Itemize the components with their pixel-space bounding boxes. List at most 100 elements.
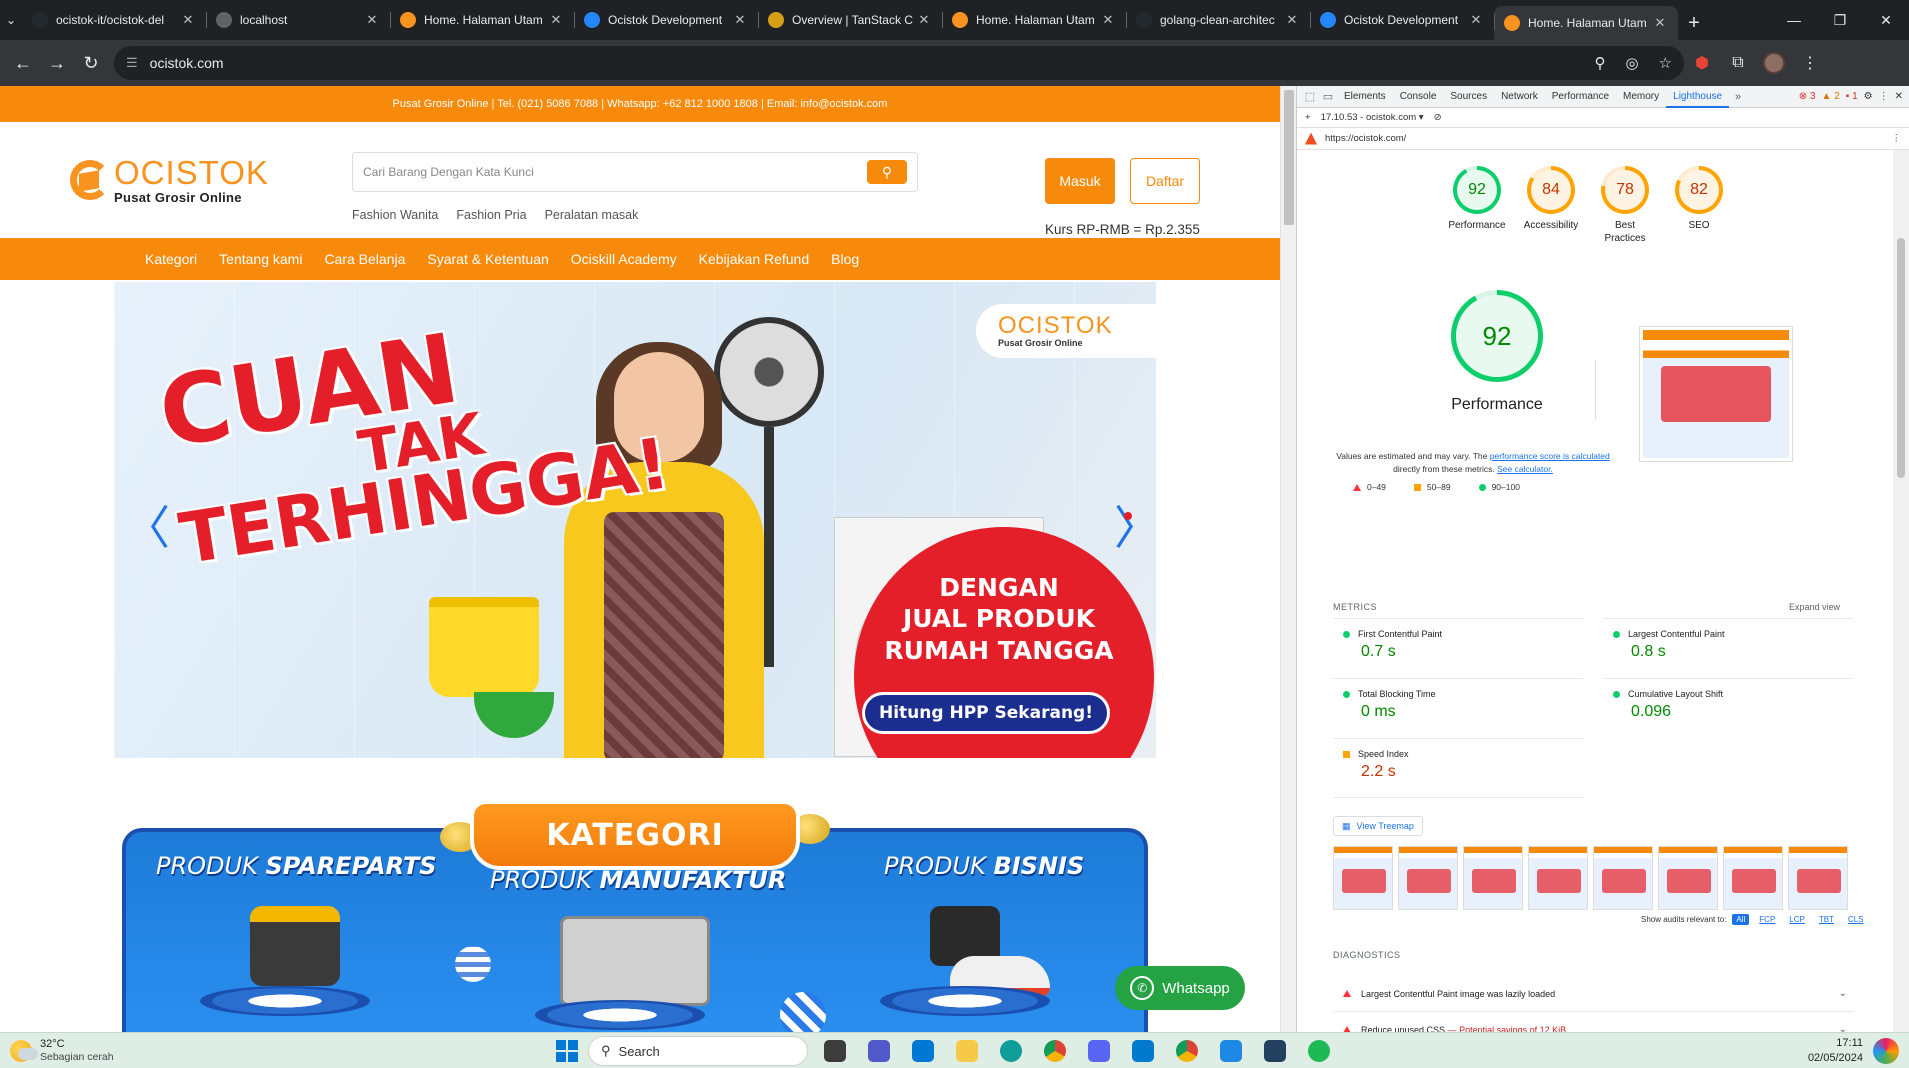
store-icon[interactable]	[906, 1035, 940, 1067]
address-bar[interactable]: ☰ ocistok.com ⚲ ◎ ☆	[114, 46, 1684, 80]
discord-icon[interactable]	[1082, 1035, 1116, 1067]
close-tab-icon[interactable]: ✕	[180, 12, 196, 28]
address-url[interactable]: ocistok.com	[150, 55, 1575, 71]
zoom-icon[interactable]: ⚲	[1594, 54, 1605, 72]
browser-tab[interactable]: Home. Halaman Utam ✕	[1494, 6, 1678, 40]
category-spareparts[interactable]: PRODUK SPAREPARTS	[156, 852, 437, 880]
more-tabs-icon[interactable]: »	[1729, 91, 1747, 103]
nav-item[interactable]: Blog	[831, 251, 859, 267]
login-button[interactable]: Masuk	[1045, 158, 1115, 204]
carousel-next-icon[interactable]: 〉	[1114, 492, 1156, 558]
inspect-element-icon[interactable]: ⬚	[1301, 90, 1319, 103]
product-search[interactable]: Cari Barang Dengan Kata Kunci ⚲	[352, 152, 918, 192]
score-gauge[interactable]: 92 Performance	[1447, 166, 1507, 245]
report-selector[interactable]: 17.10.53 - ocistok.com ▾	[1321, 112, 1424, 123]
taskbar-search[interactable]: ⚲ Search	[588, 1036, 808, 1066]
nav-item[interactable]: Cara Belanja	[324, 251, 405, 267]
profile-avatar[interactable]	[1756, 46, 1792, 80]
browser-tab[interactable]: localhost ✕	[206, 4, 390, 36]
browser-tab[interactable]: ocistok-it/ocistok-del ✕	[22, 4, 206, 36]
chevron-down-icon[interactable]: ⌄	[1839, 988, 1847, 999]
calculator-link[interactable]: See calculator.	[1497, 464, 1553, 474]
minimize-icon[interactable]: —	[1771, 0, 1817, 40]
back-button[interactable]: ←	[6, 46, 40, 80]
site-info-icon[interactable]: ☰	[126, 55, 138, 71]
site-logo[interactable]: OCISTOK Pusat Grosir Online	[70, 156, 269, 204]
devtools-tab[interactable]: Performance	[1545, 86, 1616, 108]
quick-link[interactable]: Fashion Wanita	[352, 208, 438, 222]
issue-count[interactable]: ▪ 1	[1846, 91, 1858, 102]
close-tab-icon[interactable]: ✕	[916, 12, 932, 28]
audit-filter-cls[interactable]: CLS	[1844, 914, 1868, 925]
devtools-tab[interactable]: Sources	[1443, 86, 1494, 108]
spotify-icon[interactable]	[1302, 1035, 1336, 1067]
browser-menu-icon[interactable]: ⋮	[1792, 46, 1828, 80]
teams-icon[interactable]	[862, 1035, 896, 1067]
tab-search-chevron-icon[interactable]: ⌄	[0, 0, 22, 40]
devtools-tab[interactable]: Console	[1393, 86, 1444, 108]
audit-filter-lcp[interactable]: LCP	[1785, 914, 1809, 925]
nav-item[interactable]: Kategori	[145, 251, 197, 267]
performance-score-link[interactable]: performance score is calculated	[1490, 451, 1610, 461]
search-input[interactable]: Cari Barang Dengan Kata Kunci	[363, 165, 867, 179]
hero-banner[interactable]: CUAN TAK TERHINGGA! OCISTOK Pusat Grosir…	[114, 282, 1156, 758]
quick-link[interactable]: Peralatan masak	[545, 208, 639, 222]
maximize-icon[interactable]: ❐	[1817, 0, 1863, 40]
close-tab-icon[interactable]: ✕	[1468, 12, 1484, 28]
vscode-icon[interactable]	[1126, 1035, 1160, 1067]
audit-filter-fcp[interactable]: FCP	[1755, 914, 1779, 925]
audit-filter-all[interactable]: All	[1732, 914, 1750, 925]
close-tab-icon[interactable]: ✕	[1284, 12, 1300, 28]
chrome-profile-icon[interactable]	[1170, 1035, 1204, 1067]
nav-item[interactable]: Ociskill Academy	[571, 251, 677, 267]
whatsapp-button[interactable]: ✆ Whatsapp	[1115, 966, 1245, 1010]
search-button[interactable]: ⚲	[867, 160, 907, 184]
postman-icon[interactable]	[1214, 1035, 1248, 1067]
bookmark-star-icon[interactable]: ☆	[1659, 54, 1672, 72]
browser-tab[interactable]: Home. Halaman Utam ✕	[942, 4, 1126, 36]
score-gauge[interactable]: 82 SEO	[1669, 166, 1729, 245]
reload-button[interactable]: ↻	[74, 46, 108, 80]
devtools-menu-icon[interactable]: ⋮	[1879, 91, 1889, 102]
nav-item[interactable]: Syarat & Ketentuan	[427, 251, 548, 267]
weather-widget[interactable]: 32°C Sebagian cerah	[10, 1038, 114, 1064]
file-explorer-icon[interactable]	[950, 1035, 984, 1067]
extension-icon[interactable]: ⬢	[1684, 46, 1720, 80]
warning-count[interactable]: ▲ 2	[1822, 91, 1840, 102]
score-gauge[interactable]: 78 Best Practices	[1595, 166, 1655, 245]
chevron-down-icon[interactable]: ⌄	[1839, 1024, 1847, 1032]
nav-item[interactable]: Kebijakan Refund	[699, 251, 810, 267]
browser-tab[interactable]: golang-clean-architec ✕	[1126, 4, 1310, 36]
close-tab-icon[interactable]: ✕	[1652, 15, 1668, 31]
devtools-tab[interactable]: Elements	[1337, 86, 1393, 108]
browser-tab[interactable]: Ocistok Development ✕	[574, 4, 758, 36]
devtools-tab[interactable]: Memory	[1616, 86, 1666, 108]
close-tab-icon[interactable]: ✕	[548, 12, 564, 28]
hitung-hpp-button[interactable]: Hitung HPP Sekarang!	[862, 692, 1110, 734]
score-gauge[interactable]: 84 Accessibility	[1521, 166, 1581, 245]
register-button[interactable]: Daftar	[1130, 158, 1200, 204]
diagnostic-item[interactable]: Largest Contentful Paint image was lazil…	[1333, 976, 1853, 1012]
browser-tab[interactable]: Overview | TanStack C ✕	[758, 4, 942, 36]
new-tab-button[interactable]: +	[1678, 6, 1710, 40]
devtools-tab[interactable]: Network	[1494, 86, 1545, 108]
chrome-icon[interactable]	[1038, 1035, 1072, 1067]
copilot-icon[interactable]	[1873, 1037, 1899, 1064]
error-count[interactable]: ⊗ 3	[1799, 91, 1816, 102]
settings-gear-icon[interactable]: ⚙	[1864, 91, 1873, 102]
close-devtools-icon[interactable]: ✕	[1895, 91, 1903, 102]
audit-filter-tbt[interactable]: TBT	[1815, 914, 1838, 925]
browser-tab[interactable]: Home. Halaman Utam ✕	[390, 4, 574, 36]
close-window-icon[interactable]: ✕	[1863, 0, 1909, 40]
browser-tab[interactable]: Ocistok Development ✕	[1310, 4, 1494, 36]
page-scrollbar[interactable]	[1280, 86, 1296, 1032]
clear-report-icon[interactable]: ⊘	[1434, 112, 1442, 123]
close-tab-icon[interactable]: ✕	[1100, 12, 1116, 28]
devtools-scrollbar[interactable]	[1893, 150, 1909, 1032]
quick-link[interactable]: Fashion Pria	[456, 208, 526, 222]
carousel-dot[interactable]	[1124, 512, 1132, 520]
carousel-prev-icon[interactable]: 〈	[124, 492, 170, 558]
final-screenshot[interactable]	[1639, 326, 1793, 462]
expand-view-toggle[interactable]: Expand view	[1789, 602, 1840, 612]
edge-icon[interactable]	[994, 1035, 1028, 1067]
